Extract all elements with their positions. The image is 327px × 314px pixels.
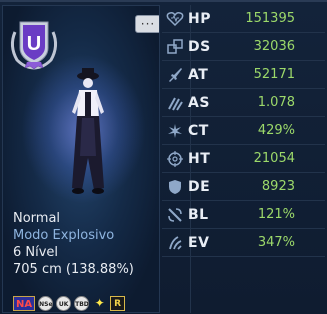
nse-badge[interactable]: NSe (38, 295, 54, 311)
sword-icon (169, 67, 182, 82)
chat-icon: ··· (140, 17, 156, 31)
stat-row-ct: CT 429% (162, 117, 325, 145)
shield-icon (169, 179, 181, 194)
character-portrait: U ··· Normal Modo Explosivo 6 Nível 705 … (2, 5, 160, 313)
heart-icon (166, 11, 184, 26)
stat-row-bl: BL 121% (162, 201, 325, 229)
claw-icon (168, 97, 183, 111)
stat-value: 52171 (253, 67, 295, 82)
character-model (72, 68, 104, 194)
character-level: 6 Nível (13, 245, 59, 260)
tbd-badge[interactable]: TBD (74, 295, 90, 311)
squares-icon (167, 38, 183, 54)
stat-label: CT (188, 122, 209, 139)
evade-icon (169, 235, 182, 250)
r-badge[interactable]: R (110, 295, 126, 311)
na-badge[interactable]: NA (13, 295, 36, 311)
block-icon (168, 207, 182, 222)
stat-value: 429% (257, 123, 295, 138)
character-mode: Modo Explosivo (13, 228, 115, 243)
stat-value: 121% (257, 207, 295, 222)
stat-value: 1.078 (257, 95, 295, 110)
stat-value: 32036 (253, 39, 295, 54)
badge-row: NA NSe UK TBD ✦ R (13, 295, 126, 311)
stat-row-at: AT 52171 (162, 61, 325, 89)
stat-value: 21054 (253, 151, 295, 166)
stat-row-ds: DS 32036 (162, 33, 325, 61)
stat-label: AS (188, 94, 210, 111)
stat-label: EV (188, 234, 210, 251)
stat-value: 8923 (261, 179, 295, 194)
chat-bubble-button[interactable]: ··· (135, 15, 159, 33)
star-badge[interactable]: ✦ (92, 296, 107, 311)
critical-burst-icon (168, 123, 182, 138)
stat-row-as: AS 1.078 (162, 89, 325, 117)
stat-label: BL (188, 206, 209, 223)
character-stats-panel: U ··· Normal Modo Explosivo 6 Nível 705 … (0, 0, 327, 314)
stat-row-hp: HP 151395 (162, 5, 325, 33)
uk-badge[interactable]: UK (56, 295, 72, 311)
character-info: Normal Modo Explosivo 6 Nível 705 cm (13… (13, 210, 134, 278)
stat-row-ht: HT 21054 (162, 145, 325, 173)
rank-letter: U (27, 33, 41, 55)
stat-label: HP (188, 10, 211, 27)
stat-label: DE (188, 178, 211, 195)
stat-value: 151395 (245, 11, 295, 26)
stat-row-de: DE 8923 (162, 173, 325, 201)
crosshair-icon (167, 150, 183, 167)
stat-label: DS (188, 38, 211, 55)
character-height: 705 cm (138.88%) (13, 262, 134, 277)
character-status: Normal (13, 211, 61, 226)
stat-value: 347% (257, 235, 295, 250)
stat-label: HT (188, 150, 211, 167)
stat-row-ev: EV 347% (162, 229, 325, 257)
u-rank-shield-icon: U (10, 21, 58, 70)
stat-label: AT (188, 66, 209, 83)
stats-table: HP 151395 DS 32036 AT 52171 AS 1.078 CT … (162, 5, 325, 313)
